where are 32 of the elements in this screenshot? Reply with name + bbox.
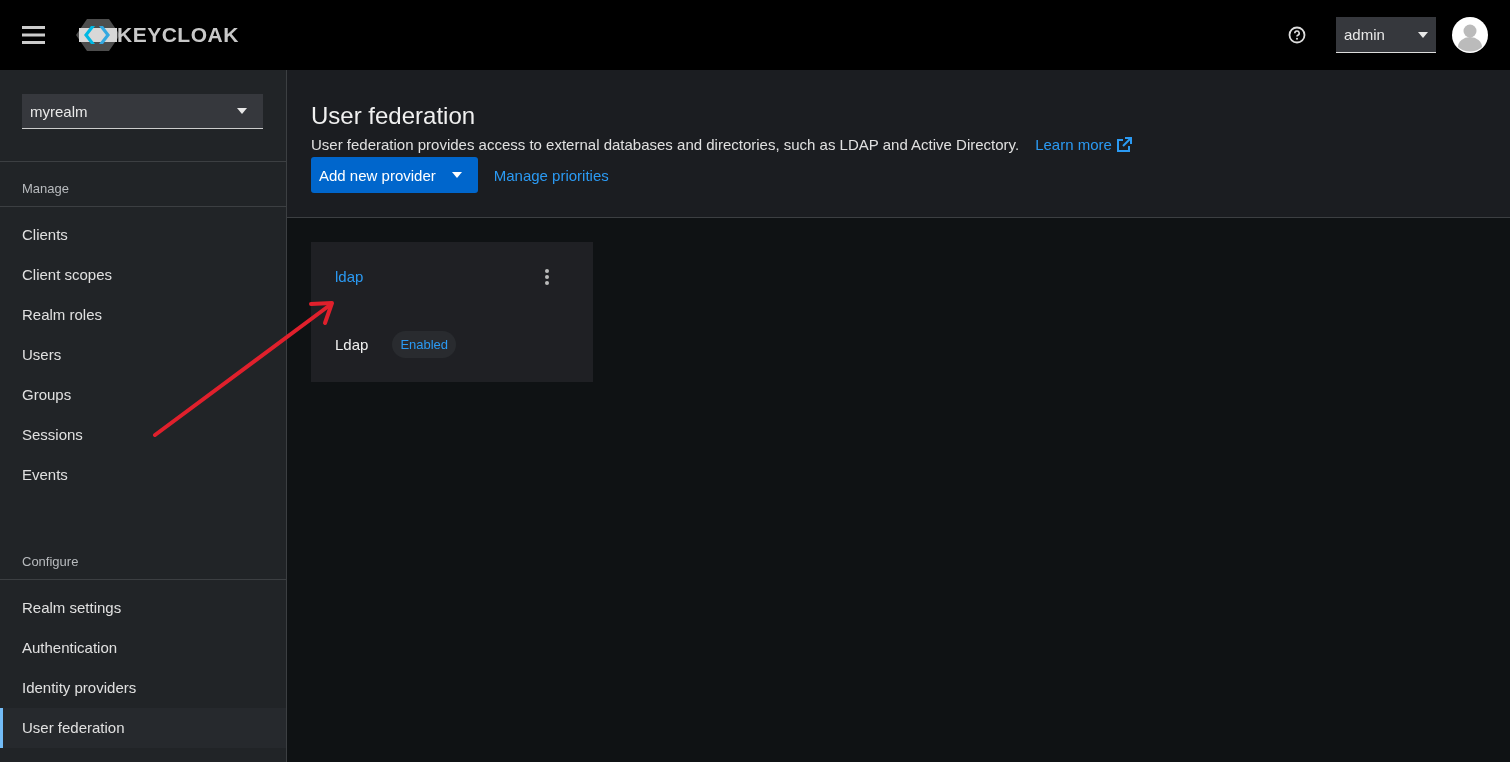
provider-link[interactable]: ldap xyxy=(335,268,364,285)
nav-item[interactable]: Identity providers xyxy=(0,668,286,708)
nav-item[interactable]: Groups xyxy=(0,375,286,415)
nav-item[interactable]: Sessions xyxy=(0,415,286,455)
nav-item[interactable]: Clients xyxy=(0,215,286,255)
caret-icon xyxy=(451,172,462,178)
external-link-icon xyxy=(1115,136,1132,153)
caret-icon xyxy=(237,108,247,114)
learn-more-link[interactable]: Learn more xyxy=(1035,136,1132,153)
nav-item[interactable]: Client scopes xyxy=(0,255,286,295)
manage-priorities-link[interactable]: Manage priorities xyxy=(493,166,609,184)
nav-item[interactable]: Users xyxy=(0,335,286,375)
avatar-icon[interactable] xyxy=(1452,17,1488,53)
nav-item[interactable]: Authentication xyxy=(0,628,286,668)
kebab-menu-icon[interactable] xyxy=(545,268,549,285)
page-description: User federation provides access to external databases and directories, such as LDAP and Active Directory. xyxy=(311,136,1020,153)
nav-section-title: Manage xyxy=(0,162,286,207)
user-menu[interactable]: admin xyxy=(1336,17,1436,53)
menu-icon[interactable] xyxy=(22,26,45,44)
realm-selector[interactable]: myrealm xyxy=(22,94,263,129)
help-icon[interactable] xyxy=(1288,26,1306,44)
nav-item[interactable]: Events xyxy=(0,455,286,495)
caret-icon xyxy=(1418,31,1428,38)
page-title: User federation xyxy=(311,102,477,130)
status-label: Enabled xyxy=(392,331,457,358)
provider-type: Ldap xyxy=(335,336,369,353)
nav-section-title: Configure xyxy=(0,535,286,580)
nav-item[interactable]: Realm roles xyxy=(0,295,286,335)
nav-item[interactable]: User federation xyxy=(0,708,286,748)
brand-name: KEYCLOAK xyxy=(117,23,239,47)
add-provider-button[interactable]: Add new provider xyxy=(311,157,478,193)
nav-item[interactable]: Realm settings xyxy=(0,588,286,628)
